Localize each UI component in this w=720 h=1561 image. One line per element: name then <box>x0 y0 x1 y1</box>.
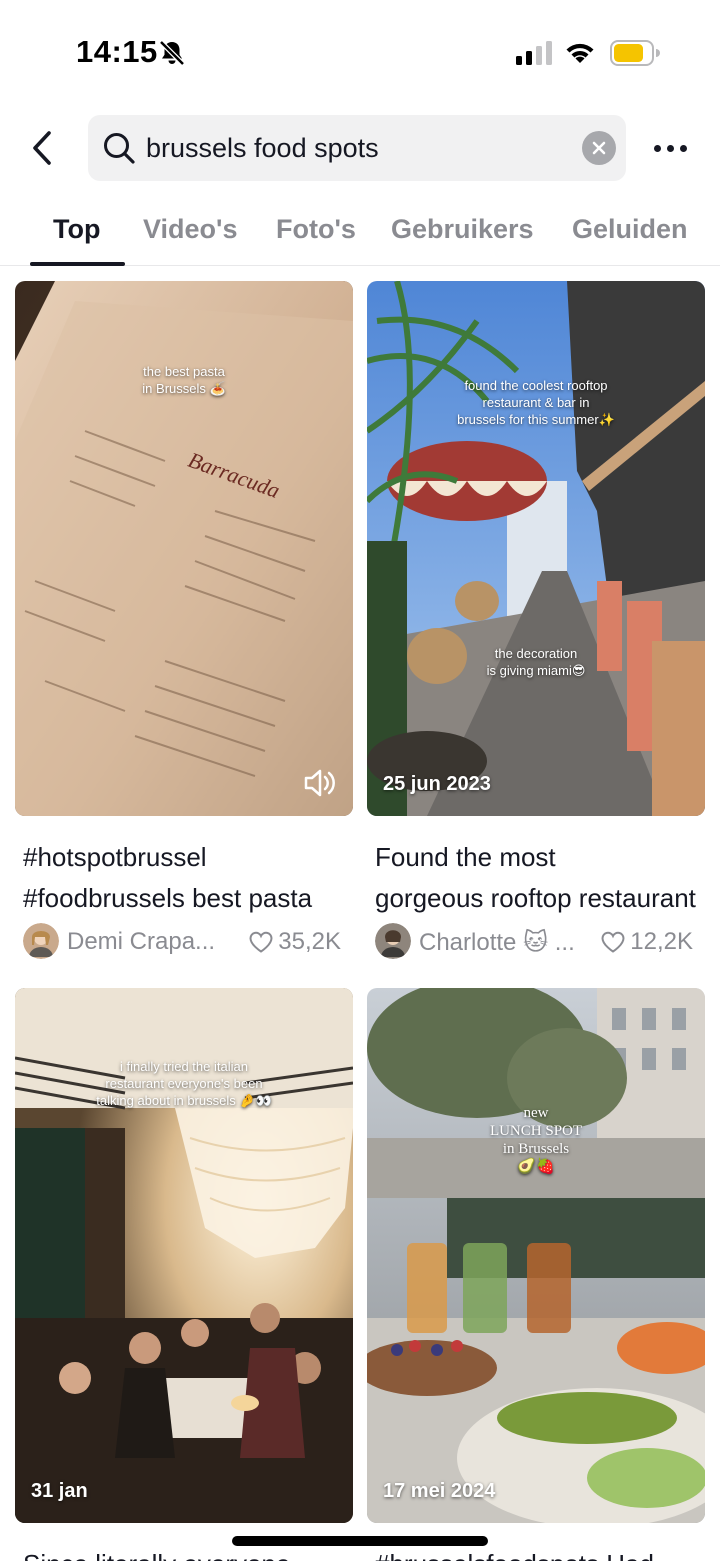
video-meta: Charlotte 🐱 ... 12,2K <box>375 921 705 959</box>
overlay-caption: found the coolest rooftop restaurant & b… <box>457 378 615 427</box>
more-dot-icon <box>653 144 661 152</box>
search-icon <box>104 133 135 164</box>
like-count: 35,2K <box>248 928 341 956</box>
username[interactable]: Charlotte 🐱 ... <box>419 928 575 957</box>
overlay-caption: i finally tried the italian restaurant e… <box>96 1059 272 1108</box>
more-dot-icon <box>666 144 674 152</box>
tab-top[interactable]: Top <box>53 214 100 245</box>
video-thumbnail[interactable]: Barracuda the best pasta in Brussels 🍝 <box>15 281 353 816</box>
overlay-caption: the best pasta in Brussels 🍝 <box>142 364 226 396</box>
search-tabs: Top Video's Foto's Gebruikers Geluiden <box>0 198 720 266</box>
username[interactable]: Demi Crapa... <box>67 928 215 956</box>
heart-icon <box>249 931 273 953</box>
post-date: 25 jun 2023 <box>383 773 491 795</box>
post-date: 17 mei 2024 <box>383 1480 496 1502</box>
bell-muted-icon <box>159 40 185 66</box>
overlay-caption-secondary: the decoration is giving miami😎 <box>486 646 586 678</box>
like-count-value: 35,2K <box>278 928 341 955</box>
heart-icon <box>601 931 625 953</box>
video-caption[interactable]: Found the most gorgeous rooftop restaura… <box>375 837 699 919</box>
active-tab-indicator <box>30 262 125 266</box>
video-caption[interactable]: Since literally everyone <box>23 1544 347 1561</box>
video-meta: Demi Crapa... 35,2K <box>23 921 353 959</box>
chevron-left-icon <box>33 131 51 165</box>
home-indicator[interactable] <box>232 1536 488 1546</box>
battery-icon <box>610 40 660 66</box>
tab-sounds[interactable]: Geluiden <box>572 214 688 245</box>
pasta-menu-thumbnail: Barracuda <box>15 281 353 816</box>
search-input[interactable] <box>146 115 566 181</box>
like-count: 12,2K <box>600 928 693 956</box>
more-options-button[interactable] <box>648 128 692 168</box>
post-date: 31 jan <box>31 1480 88 1502</box>
video-thumbnail[interactable]: new LUNCH SPOT in Brussels 🥑🍓 17 mei 202… <box>367 988 705 1523</box>
speaker-icon[interactable] <box>303 768 337 798</box>
avatar[interactable] <box>23 923 59 959</box>
tab-users[interactable]: Gebruikers <box>391 214 534 245</box>
wifi-icon <box>566 43 594 63</box>
status-time: 14:15 <box>76 34 158 69</box>
video-caption[interactable]: #brusselsfoodspots Had <box>375 1544 699 1561</box>
video-thumbnail[interactable]: i finally tried the italian restaurant e… <box>15 988 353 1523</box>
video-thumbnail[interactable]: found the coolest rooftop restaurant & b… <box>367 281 705 816</box>
back-button[interactable] <box>22 128 62 168</box>
more-dot-icon <box>679 144 687 152</box>
video-caption[interactable]: #hotspotbrussel #foodbrussels best pasta <box>23 837 347 919</box>
status-bar: 14:15 <box>0 0 720 100</box>
cellular-signal-icon <box>516 41 552 65</box>
like-count-value: 12,2K <box>630 928 693 955</box>
tab-photos[interactable]: Foto's <box>276 214 356 245</box>
close-icon <box>592 141 606 155</box>
tab-videos[interactable]: Video's <box>143 214 237 245</box>
lunch-spot-thumbnail <box>367 988 705 1523</box>
clear-search-button[interactable] <box>582 131 616 165</box>
rooftop-thumbnail <box>367 281 705 816</box>
avatar[interactable] <box>375 923 411 959</box>
overlay-caption: new LUNCH SPOT in Brussels 🥑🍓 <box>489 1105 583 1175</box>
search-bar[interactable] <box>88 115 626 181</box>
